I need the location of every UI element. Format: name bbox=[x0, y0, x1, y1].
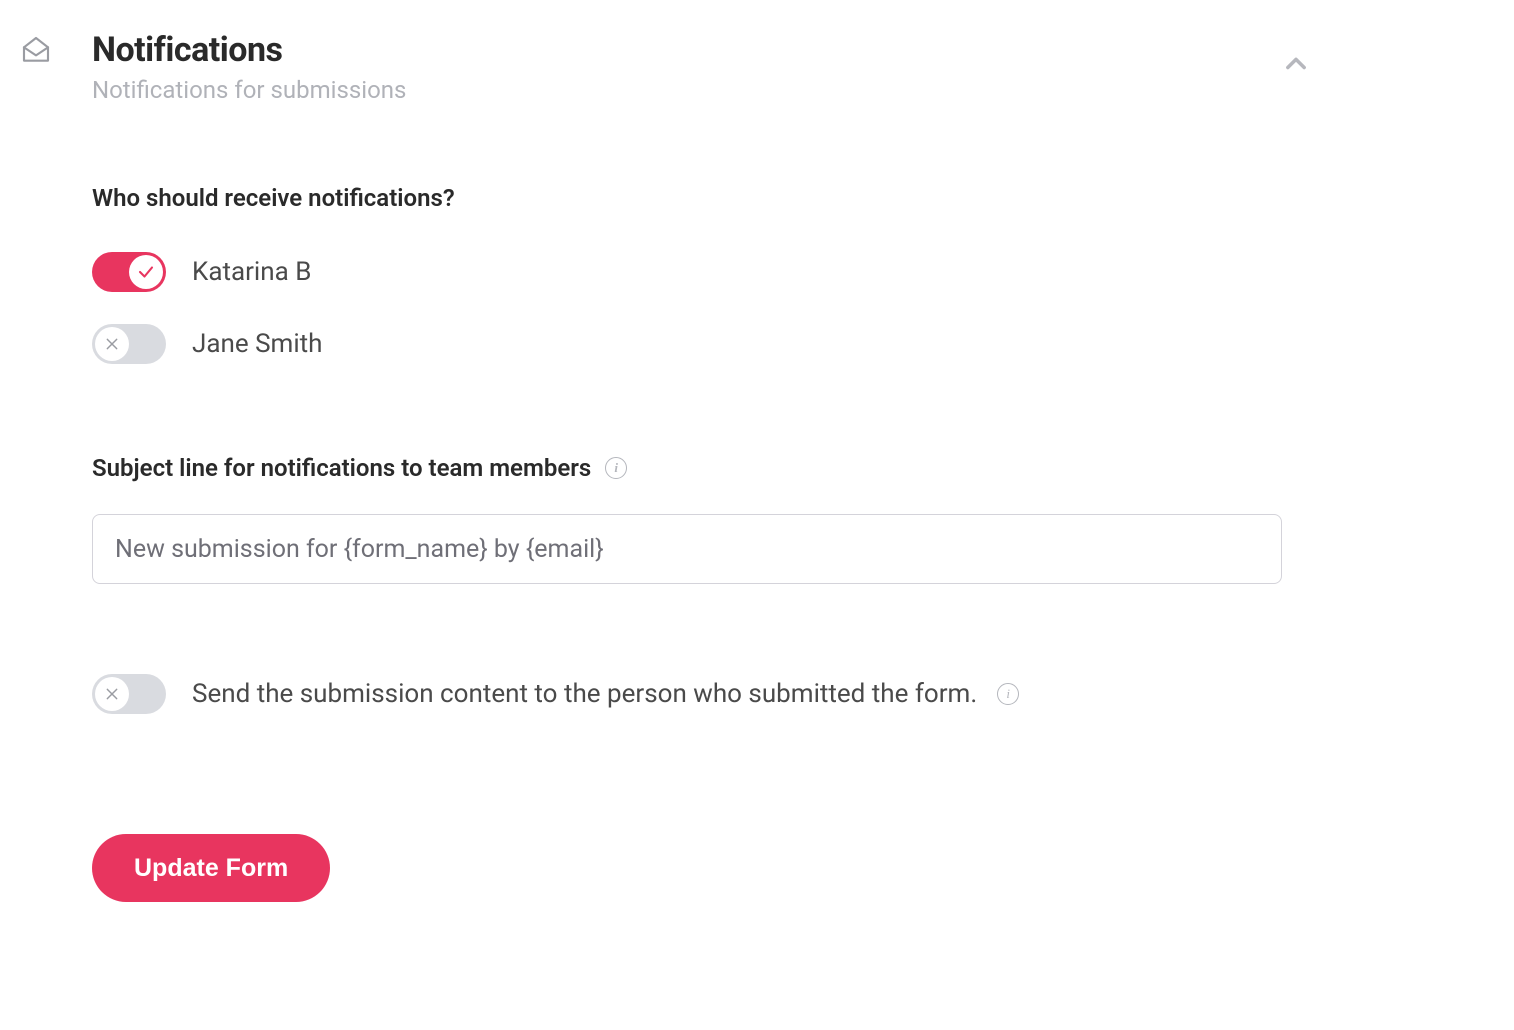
envelope-icon bbox=[20, 30, 52, 66]
info-icon[interactable]: i bbox=[605, 457, 627, 479]
chevron-up-icon bbox=[1282, 50, 1310, 78]
page-title: Notifications bbox=[92, 30, 406, 70]
recipient-name: Katarina B bbox=[192, 257, 311, 287]
page-subtitle: Notifications for submissions bbox=[92, 76, 406, 104]
x-icon bbox=[104, 336, 120, 352]
recipient-toggle-katarina-b[interactable] bbox=[92, 252, 166, 292]
recipients-label: Who should receive notifications? bbox=[92, 184, 1320, 212]
collapse-toggle[interactable] bbox=[1282, 30, 1320, 78]
update-form-button[interactable]: Update Form bbox=[92, 834, 330, 902]
info-icon[interactable]: i bbox=[997, 683, 1019, 705]
recipient-name: Jane Smith bbox=[192, 329, 322, 359]
send-submission-toggle[interactable] bbox=[92, 674, 166, 714]
send-submission-label: Send the submission content to the perso… bbox=[192, 679, 977, 709]
subject-input[interactable] bbox=[92, 514, 1282, 584]
recipient-toggle-jane-smith[interactable] bbox=[92, 324, 166, 364]
x-icon bbox=[104, 686, 120, 702]
check-icon bbox=[137, 263, 155, 281]
subject-label: Subject line for notifications to team m… bbox=[92, 454, 591, 482]
